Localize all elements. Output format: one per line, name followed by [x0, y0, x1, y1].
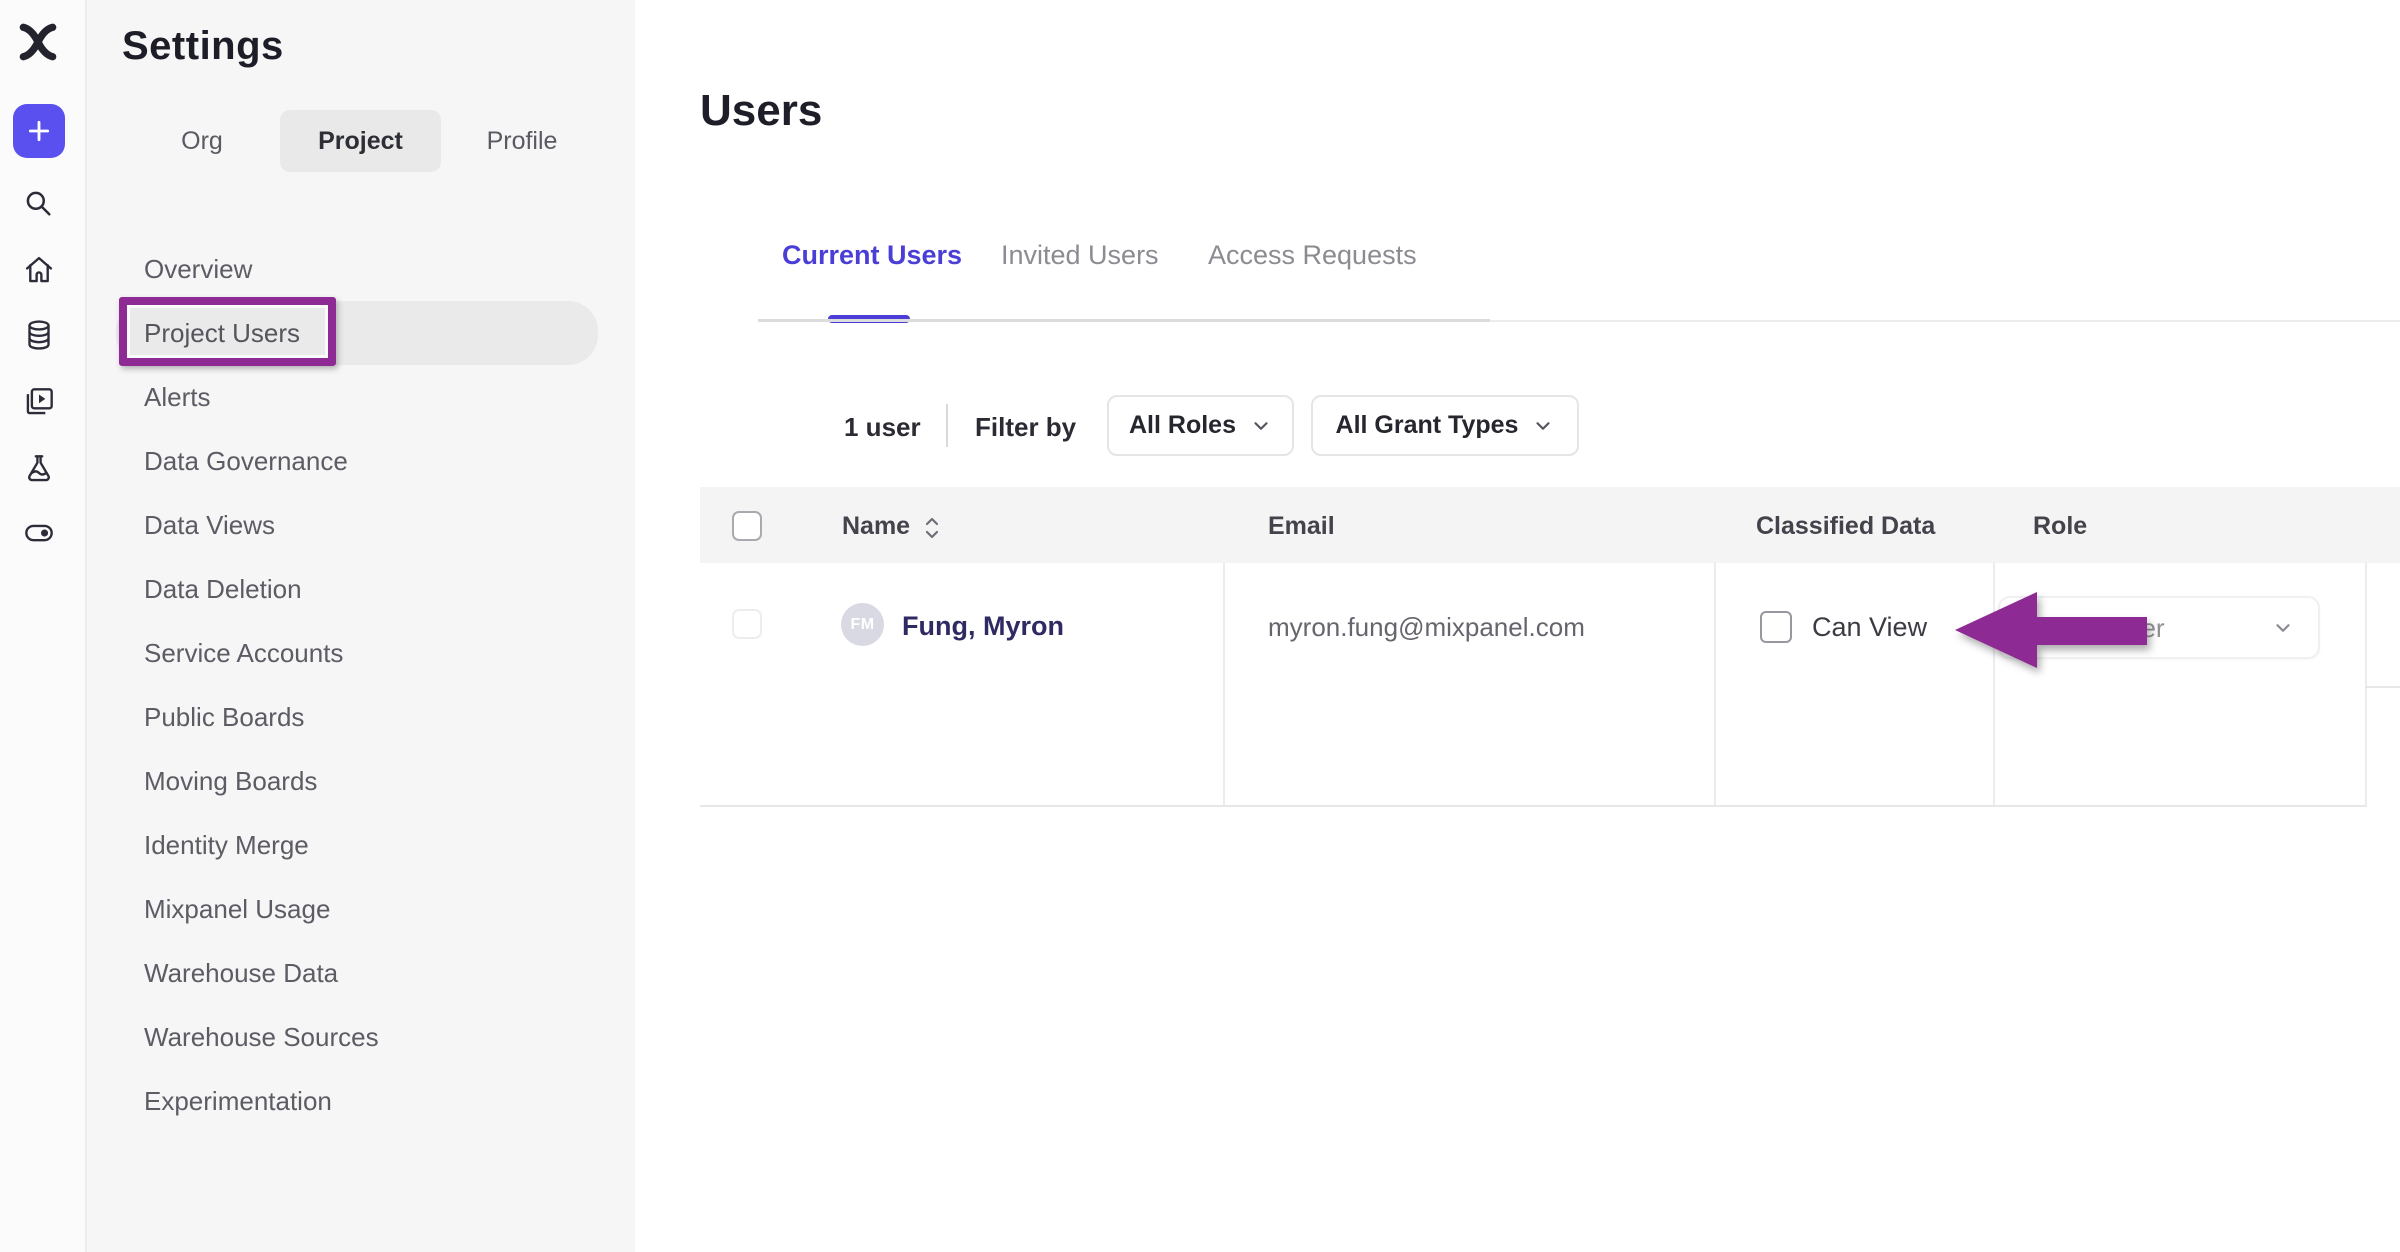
sidebar-item-data-governance[interactable]: Data Governance — [116, 429, 598, 493]
user-email: myron.fung@mixpanel.com — [1268, 612, 1585, 643]
data-management-icon[interactable] — [20, 316, 58, 354]
tabs-divider — [758, 319, 1490, 322]
create-new-button[interactable] — [13, 104, 65, 158]
select-all-checkbox[interactable] — [732, 511, 762, 541]
search-icon[interactable] — [20, 185, 58, 223]
tab-access-requests[interactable]: Access Requests — [1208, 240, 1417, 271]
row-select-checkbox[interactable] — [732, 609, 762, 639]
sidebar-item-warehouse-data[interactable]: Warehouse Data — [116, 941, 598, 1005]
user-count: 1 user — [844, 412, 921, 443]
sidebar-item-alerts[interactable]: Alerts — [116, 365, 598, 429]
sidebar-item-data-views[interactable]: Data Views — [116, 493, 598, 557]
plus-icon — [26, 118, 52, 144]
tab-project[interactable]: Project — [280, 110, 441, 172]
settings-title: Settings — [122, 24, 284, 69]
role-dropdown-value: Owner — [2088, 613, 2165, 644]
column-header-email: Email — [1268, 512, 1335, 541]
chevron-down-icon — [2272, 617, 2294, 639]
tab-current-users[interactable]: Current Users — [782, 240, 962, 271]
filter-by-label: Filter by — [975, 412, 1076, 443]
chevron-down-icon — [1250, 415, 1272, 437]
filter-divider — [946, 404, 948, 447]
sidebar-item-public-boards[interactable]: Public Boards — [116, 685, 598, 749]
settings-nav: Overview Project Users Alerts Data Gover… — [87, 237, 635, 1133]
experiments-flask-icon[interactable] — [20, 450, 58, 488]
all-grant-types-filter-label: All Grant Types — [1336, 411, 1519, 440]
sidebar-item-project-users[interactable]: Project Users — [116, 301, 598, 365]
user-name-link[interactable]: Fung, Myron — [902, 611, 1064, 642]
role-dropdown[interactable]: Owner — [1998, 596, 2320, 659]
chevron-down-icon — [1532, 415, 1554, 437]
sidebar-item-warehouse-sources[interactable]: Warehouse Sources — [116, 1005, 598, 1069]
sidebar-item-data-deletion[interactable]: Data Deletion — [116, 557, 598, 621]
sidebar-item-service-accounts[interactable]: Service Accounts — [116, 621, 598, 685]
table-header — [700, 487, 2400, 563]
column-header-name[interactable]: Name — [842, 512, 910, 541]
column-divider — [1714, 563, 1716, 807]
tab-org[interactable]: Org — [147, 110, 257, 172]
classified-can-view-label: Can View — [1812, 612, 1927, 643]
row-divider — [700, 805, 2365, 807]
sidebar-item-identity-merge[interactable]: Identity Merge — [116, 813, 598, 877]
all-roles-filter-label: All Roles — [1129, 411, 1236, 440]
sidebar-item-overview[interactable]: Overview — [116, 237, 598, 301]
row-divider — [2365, 686, 2400, 688]
sidebar-item-experimentation[interactable]: Experimentation — [116, 1069, 598, 1133]
column-divider — [1223, 563, 1225, 807]
column-divider — [1993, 563, 1995, 807]
page-title: Users — [700, 86, 822, 136]
all-grant-types-filter[interactable]: All Grant Types — [1311, 395, 1579, 456]
tab-invited-users[interactable]: Invited Users — [1001, 240, 1159, 271]
icon-rail — [0, 0, 87, 1252]
all-roles-filter[interactable]: All Roles — [1107, 395, 1294, 456]
avatar: FM — [841, 603, 884, 646]
sidebar-item-mixpanel-usage[interactable]: Mixpanel Usage — [116, 877, 598, 941]
settings-sidebar: Settings Org Project Profile Overview Pr… — [87, 0, 635, 1252]
tab-profile[interactable]: Profile — [467, 110, 577, 172]
sort-icon[interactable] — [922, 514, 942, 542]
column-header-role: Role — [2033, 512, 2087, 541]
sidebar-item-moving-boards[interactable]: Moving Boards — [116, 749, 598, 813]
column-divider — [2365, 563, 2367, 807]
home-icon[interactable] — [20, 251, 58, 289]
mixpanel-logo-icon[interactable] — [16, 20, 60, 68]
toggle-feature-icon[interactable] — [20, 514, 58, 552]
page-divider — [1490, 320, 2400, 322]
column-header-classified-data: Classified Data — [1756, 512, 1935, 541]
mixpanel-settings-app: Settings Org Project Profile Overview Pr… — [0, 0, 2400, 1252]
boards-icon[interactable] — [20, 383, 58, 421]
classified-can-view-checkbox[interactable] — [1760, 611, 1792, 643]
users-page: Users Current Users Invited Users Access… — [635, 0, 2400, 1252]
